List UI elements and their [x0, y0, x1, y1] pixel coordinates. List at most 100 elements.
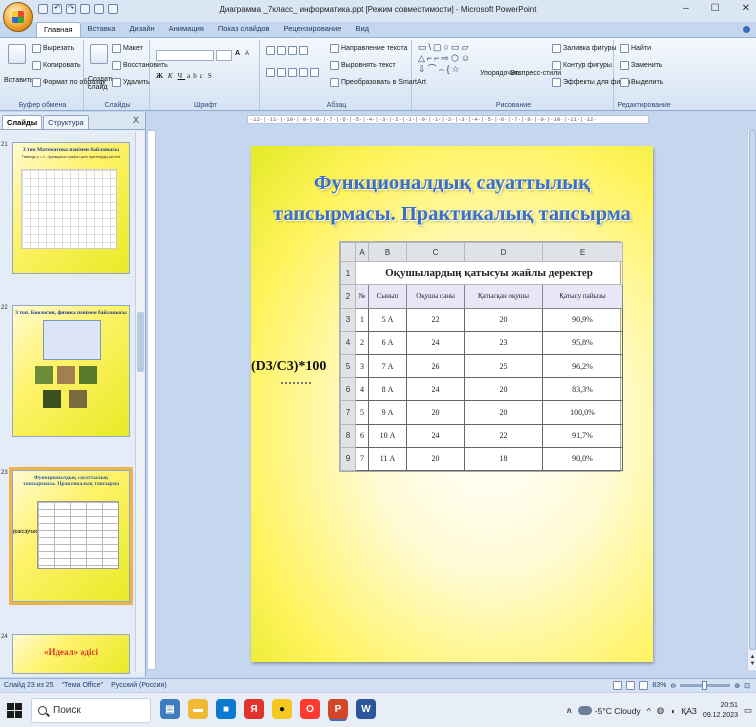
clock[interactable]: 20:51 09.12.2023 — [703, 701, 738, 721]
table-cell[interactable]: 18 — [464, 446, 543, 472]
maximize-button[interactable]: ☐ — [711, 3, 720, 14]
fit-slide-icon[interactable]: ⊡ — [744, 682, 750, 690]
table-cell[interactable]: 2 — [355, 330, 369, 355]
tab-view[interactable]: Вид — [348, 22, 376, 38]
page-nav-arrows[interactable]: ▲ ▼ — [749, 654, 756, 668]
table-cell[interactable]: 24 — [406, 423, 465, 448]
italic-icon[interactable]: К — [168, 72, 176, 80]
find-button[interactable]: Найти — [620, 44, 651, 53]
language[interactable]: Русский (Россия) — [111, 682, 167, 689]
bullets-button[interactable] — [266, 46, 308, 55]
layout-button[interactable]: Макет — [112, 44, 143, 53]
underline-icon[interactable]: Ч — [178, 72, 186, 80]
close-icon[interactable]: X — [133, 115, 139, 125]
table-cell[interactable]: 1 — [355, 307, 369, 332]
volume-icon[interactable]: ◖ — [670, 706, 675, 716]
table-cell[interactable]: 5 А — [368, 307, 407, 332]
normal-view-button[interactable] — [613, 681, 623, 690]
table-cell[interactable]: 26 — [406, 353, 465, 379]
table-cell[interactable]: 4 — [355, 377, 369, 402]
scroll-thumb[interactable] — [749, 130, 756, 650]
office-button[interactable] — [3, 2, 33, 32]
task-view-icon[interactable]: ▤ — [160, 699, 180, 719]
tab-animation[interactable]: Анимация — [162, 22, 211, 38]
zoom-out-icon[interactable]: ⊖ — [670, 682, 676, 690]
new-slide-icon[interactable] — [90, 44, 108, 64]
opera-icon[interactable]: O — [300, 699, 320, 719]
table-cell[interactable]: 3 — [355, 353, 369, 379]
people-icon[interactable]: ጰ — [567, 705, 572, 716]
weather-widget[interactable]: -5°C Cloudy — [577, 706, 641, 716]
tab-insert[interactable]: Вставка — [81, 22, 123, 38]
table-cell[interactable]: 10 А — [368, 423, 407, 448]
font-size-select[interactable] — [216, 50, 232, 61]
cut-button[interactable]: Вырезать — [32, 44, 74, 53]
slide-canvas[interactable]: Функционалдық сауаттылық тапсырмасы. Пра… — [251, 146, 653, 662]
scroll-thumb[interactable] — [137, 312, 144, 372]
table-cell[interactable]: 7 А — [368, 353, 407, 379]
table-cell[interactable]: 23 — [464, 330, 543, 355]
table-cell[interactable]: 25 — [464, 353, 543, 379]
table-cell[interactable]: 90,0% — [542, 446, 623, 472]
table-cell[interactable]: 6 А — [368, 330, 407, 355]
minimize-button[interactable]: – — [683, 3, 689, 14]
strike-icon[interactable]: abc — [187, 72, 206, 80]
tray-chevron-icon[interactable]: ^ — [647, 706, 651, 716]
table-cell[interactable]: 22 — [406, 307, 465, 332]
table-cell[interactable]: 20 — [406, 446, 465, 472]
file-explorer-icon[interactable]: ▬ — [188, 699, 208, 719]
font-family-select[interactable] — [156, 50, 214, 61]
close-button[interactable]: ✕ — [742, 3, 750, 14]
yandex-browser-icon[interactable]: Я — [244, 699, 264, 719]
windows-start-icon[interactable] — [7, 703, 22, 718]
table-cell[interactable]: 20 — [464, 377, 543, 402]
vertical-scrollbar[interactable]: ▲ ▼ — [747, 130, 756, 670]
table-cell[interactable]: 6 — [355, 423, 369, 448]
table-cell[interactable]: 7 — [355, 446, 369, 472]
zoom-in-icon[interactable]: ⊕ — [734, 682, 740, 690]
slide-title[interactable]: Функционалдық сауаттылық тапсырмасы. Пра… — [251, 168, 653, 230]
grow-font-button[interactable]: A — [235, 50, 240, 57]
zoom-slider-thumb[interactable] — [702, 681, 708, 690]
align-text-button[interactable]: Выровнять текст — [330, 61, 396, 70]
table-cell[interactable]: 90,9% — [542, 307, 623, 332]
tab-design[interactable]: Дизайн — [122, 22, 161, 38]
tab-home[interactable]: Главная — [36, 22, 81, 38]
table-cell[interactable]: 9 А — [368, 400, 407, 425]
shape-fill-button[interactable]: Заливка фигуры — [552, 44, 616, 53]
zoom-slider[interactable] — [680, 681, 731, 690]
text-direction-button[interactable]: Направление текста — [330, 44, 407, 53]
paste-button[interactable]: Вставить — [4, 77, 34, 84]
bold-icon[interactable]: Ж — [156, 72, 166, 80]
replace-button[interactable]: Заменить — [620, 61, 662, 70]
table-cell[interactable]: 24 — [406, 330, 465, 355]
new-slide-button[interactable]: Создать слайд — [88, 76, 115, 92]
font-style-buttons[interactable]: Ж К Чabc S — [156, 72, 215, 80]
notifications-icon[interactable]: ▭ — [744, 705, 752, 716]
delete-slide-button[interactable]: Удалить — [112, 78, 150, 87]
tab-slides[interactable]: Слайды — [2, 115, 43, 129]
align-buttons[interactable] — [266, 68, 319, 77]
paste-icon[interactable] — [8, 44, 26, 64]
table-cell[interactable]: 22 — [464, 423, 543, 448]
formula-text[interactable]: (D3/C3)*100 — [251, 359, 326, 375]
table-cell[interactable]: 20 — [464, 307, 543, 332]
chrome-icon[interactable]: ● — [272, 699, 292, 719]
table-cell[interactable]: 83,3% — [542, 377, 623, 402]
table-cell[interactable]: 8 А — [368, 377, 407, 402]
tab-slideshow[interactable]: Показ слайдов — [211, 22, 277, 38]
shape-outline-button[interactable]: Контур фигуры — [552, 61, 612, 70]
taskbar-search[interactable]: Поиск — [31, 698, 151, 723]
quick-styles-button[interactable]: Экспресс-стили — [510, 70, 561, 77]
panel-scrollbar[interactable] — [135, 132, 144, 672]
shadow-icon[interactable]: S — [208, 72, 215, 80]
tab-outline[interactable]: Структура — [43, 115, 89, 129]
network-icon[interactable]: ◍ — [657, 705, 664, 716]
shrink-font-button[interactable]: A — [245, 51, 249, 57]
table-cell[interactable]: 11 А — [368, 446, 407, 472]
copy-button[interactable]: Копировать — [32, 61, 81, 70]
table-cell[interactable]: 95,8% — [542, 330, 623, 355]
table-cell[interactable]: 20 — [464, 400, 543, 425]
table-cell[interactable]: 100,0% — [542, 400, 623, 425]
zoom-level[interactable]: 83% — [652, 682, 666, 689]
